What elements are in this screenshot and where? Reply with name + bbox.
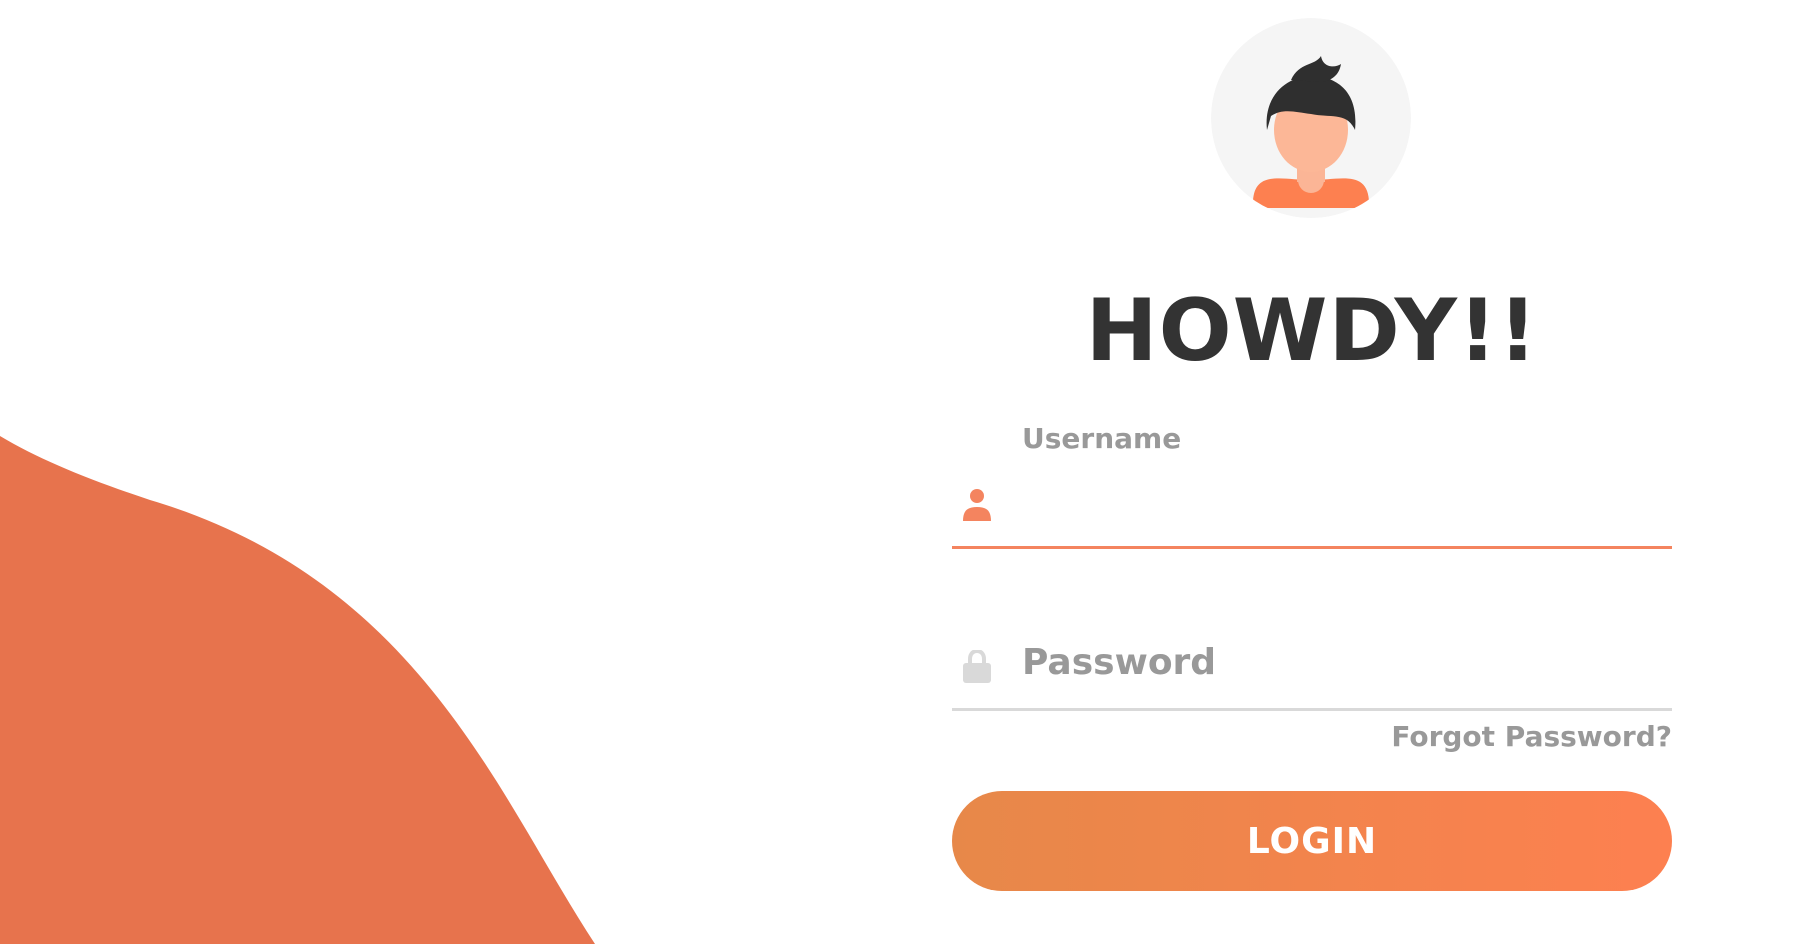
lock-icon bbox=[962, 650, 992, 684]
login-page: HOWDY!! Username Password Forgot Passwor… bbox=[0, 0, 1800, 944]
login-panel: HOWDY!! Username Password Forgot Passwor… bbox=[952, 0, 1672, 944]
password-input[interactable] bbox=[1022, 636, 1662, 702]
password-field: Password bbox=[952, 628, 1672, 711]
username-input[interactable] bbox=[1022, 474, 1662, 540]
username-field: Username bbox=[952, 422, 1672, 549]
login-button[interactable]: LOGIN bbox=[952, 791, 1672, 891]
user-icon bbox=[962, 488, 992, 522]
greeting-title: HOWDY!! bbox=[1085, 281, 1539, 381]
user-avatar-icon bbox=[1211, 18, 1411, 218]
forgot-password-link[interactable]: Forgot Password? bbox=[1391, 720, 1672, 753]
username-label: Username bbox=[1022, 422, 1182, 455]
